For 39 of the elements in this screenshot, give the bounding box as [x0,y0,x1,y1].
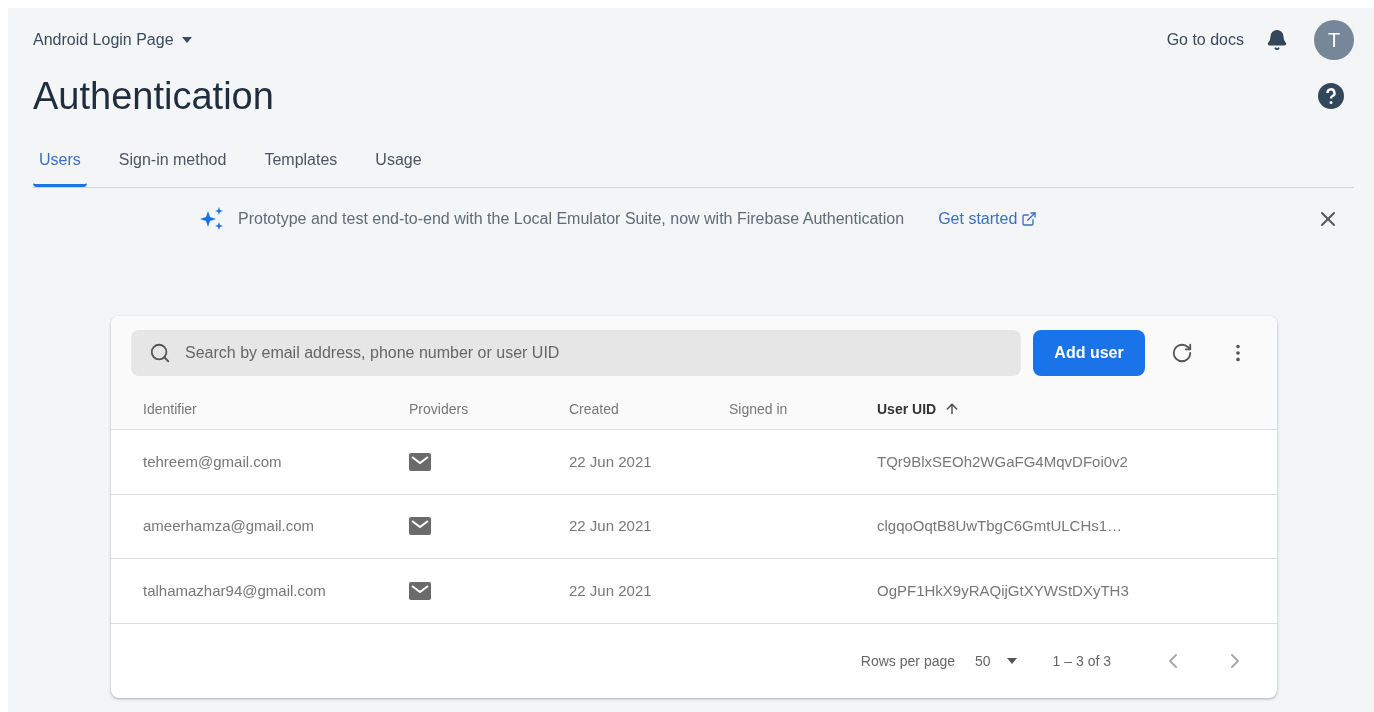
envelope-icon [409,517,431,536]
add-user-button[interactable]: Add user [1033,329,1145,376]
table-cell: 22 Jun 2021 [569,517,652,535]
help-icon[interactable] [1318,83,1344,109]
tab[interactable]: Templates [258,148,344,187]
column-header[interactable]: User UID [877,398,937,420]
envelope-icon [409,582,431,601]
search-field[interactable]: Search by email address, phone number or user UID [131,329,1021,376]
docs-link[interactable]: Go to docs [1166,28,1244,52]
column-header[interactable]: Signed in [729,398,788,420]
page-title: Authentication [33,73,274,119]
tab[interactable]: Users [33,148,87,187]
tab[interactable]: Usage [369,148,428,187]
table-cell: clgqoOqtB8UwTbgC6GmtULCHs1… [877,517,1123,535]
table-cell: OgPF1HkX9yRAQijGtXYWStDXyTH3 [877,582,1129,600]
column-header[interactable]: Providers [409,398,469,420]
notifications-icon[interactable] [1266,29,1288,51]
column-header[interactable]: Identifier [143,398,197,420]
table-cell: ameerhamza@gmail.com [143,517,315,535]
page-range: 1 – 3 of 3 [1052,651,1111,671]
caret-icon [181,37,192,43]
get-started-link[interactable]: Get started [938,207,1038,231]
avatar[interactable]: T [1314,20,1354,60]
table-cell: 22 Jun 2021 [569,452,652,470]
table-cell: TQr9BlxSEOh2WGaFG4MqvDFoi0v2 [877,452,1128,470]
refresh-icon[interactable] [1171,341,1193,364]
tab[interactable]: Sign-in method [112,148,233,187]
banner-text: Prototype and test end-to-end with the Local Emulator Suite, now with Firebase Authentication [238,209,905,229]
table-cell: 22 Jun 2021 [569,582,652,600]
table-cell: tehreem@gmail.com [143,452,282,470]
rows-per-page-label: Rows per page [860,651,956,671]
caret-icon [1006,658,1017,665]
external-link-icon [1021,211,1038,227]
envelope-icon [409,452,431,471]
project-selector[interactable]: Android Login Page [33,28,192,52]
rows-per-page-select[interactable]: 50 [975,650,1017,672]
column-header[interactable]: Created [569,398,619,420]
table-cell: talhamazhar94@gmail.com [143,582,326,600]
search-icon [149,341,171,364]
